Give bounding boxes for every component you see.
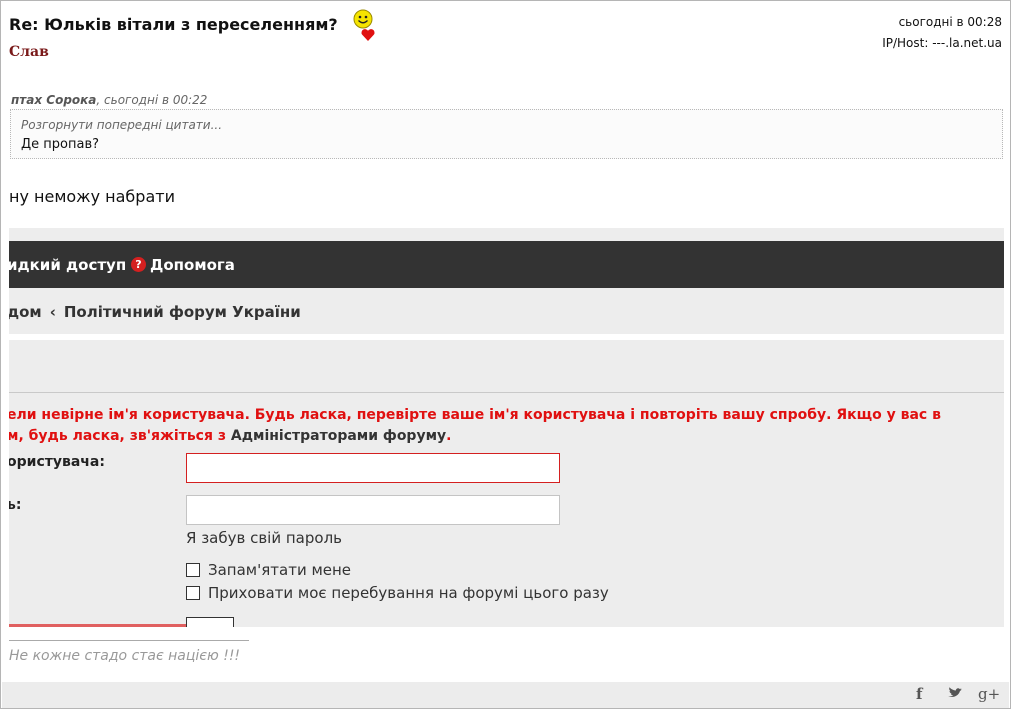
post-iphost: IP/Host: ---.la.net.ua: [882, 36, 1002, 50]
hide-checkbox-image: [186, 586, 200, 600]
hide-label: Приховати моє перебування на форумі цьог…: [208, 584, 609, 602]
remember-label: Запам'ятати мене: [208, 561, 352, 579]
heart-icon: [361, 29, 375, 41]
decorative-red-line: [9, 624, 189, 627]
breadcrumb-home: дом: [9, 303, 42, 321]
quote-text: Де пропав?: [21, 137, 100, 152]
navbar: идкий доступ ? Допомога: [9, 241, 1004, 288]
username-field-image: [186, 453, 560, 483]
post-title[interactable]: Re: Юльків вітали з переселенням?: [9, 15, 338, 34]
quote-date: , сьогодні в 00:22: [96, 93, 208, 107]
google-plus-icon[interactable]: g+: [978, 685, 1000, 703]
remember-row: Запам'ятати мене: [186, 561, 351, 579]
signature: Не кожне стадо стає нацією !!!: [9, 648, 241, 664]
divider-line: [9, 392, 1004, 393]
post-meta: сьогодні в 00:28 IP/Host: ---.la.net.ua: [882, 12, 1002, 54]
error-line-2-text: м, будь ласка, зв'яжіться з: [9, 428, 231, 444]
error-admin-link: Адміністраторами форуму: [230, 428, 447, 444]
username-label: ористувача:: [9, 454, 105, 470]
hide-row: Приховати моє перебування на форумі цьог…: [186, 584, 609, 602]
facebook-icon[interactable]: f: [916, 685, 922, 703]
nav-quick-access: идкий доступ: [9, 256, 127, 274]
quote-header: птах Сорока, сьогодні в 00:22: [11, 93, 207, 107]
post-container: Re: Юльків вітали з переселенням? Слав с…: [0, 0, 1011, 709]
breadcrumb-separator: ‹: [49, 303, 56, 321]
quote-author: птах Сорока: [11, 93, 97, 107]
quote-box: Розгорнути попередні цитати... Де пропав…: [10, 109, 1003, 159]
nav-help: Допомога: [150, 256, 235, 274]
smiley-icon: [353, 9, 373, 29]
password-label: ь:: [9, 497, 22, 513]
password-field-image: [186, 495, 560, 525]
submit-button-image: [186, 617, 234, 627]
post-date: сьогодні в 00:28: [898, 15, 1002, 29]
embedded-screenshot: идкий доступ ? Допомога дом ‹ Політичний ф…: [9, 228, 1004, 627]
divider: [9, 334, 1004, 340]
post-author[interactable]: Слав: [9, 44, 49, 60]
signature-divider: [9, 640, 249, 641]
breadcrumb: дом ‹ Політичний форум України: [9, 303, 301, 321]
error-line-2: м, будь ласка, зв'яжіться з Адміністрато…: [9, 426, 1004, 447]
error-line-2-end: .: [446, 428, 452, 444]
error-message: ели невірне ім'я користувача. Будь ласка…: [9, 405, 1004, 447]
quote-expand-link[interactable]: Розгорнути попередні цитати...: [21, 118, 222, 132]
share-bar: f g+: [2, 682, 1009, 708]
forgot-password-text: Я забув свій пароль: [186, 529, 342, 547]
error-line-1: ели невірне ім'я користувача. Будь ласка…: [9, 407, 941, 423]
twitter-icon[interactable]: [946, 684, 964, 702]
post-body: ну неможу набрати: [9, 187, 175, 206]
breadcrumb-forum: Політичний форум України: [63, 303, 301, 321]
help-icon: ?: [131, 257, 146, 272]
remember-checkbox-image: [186, 563, 200, 577]
